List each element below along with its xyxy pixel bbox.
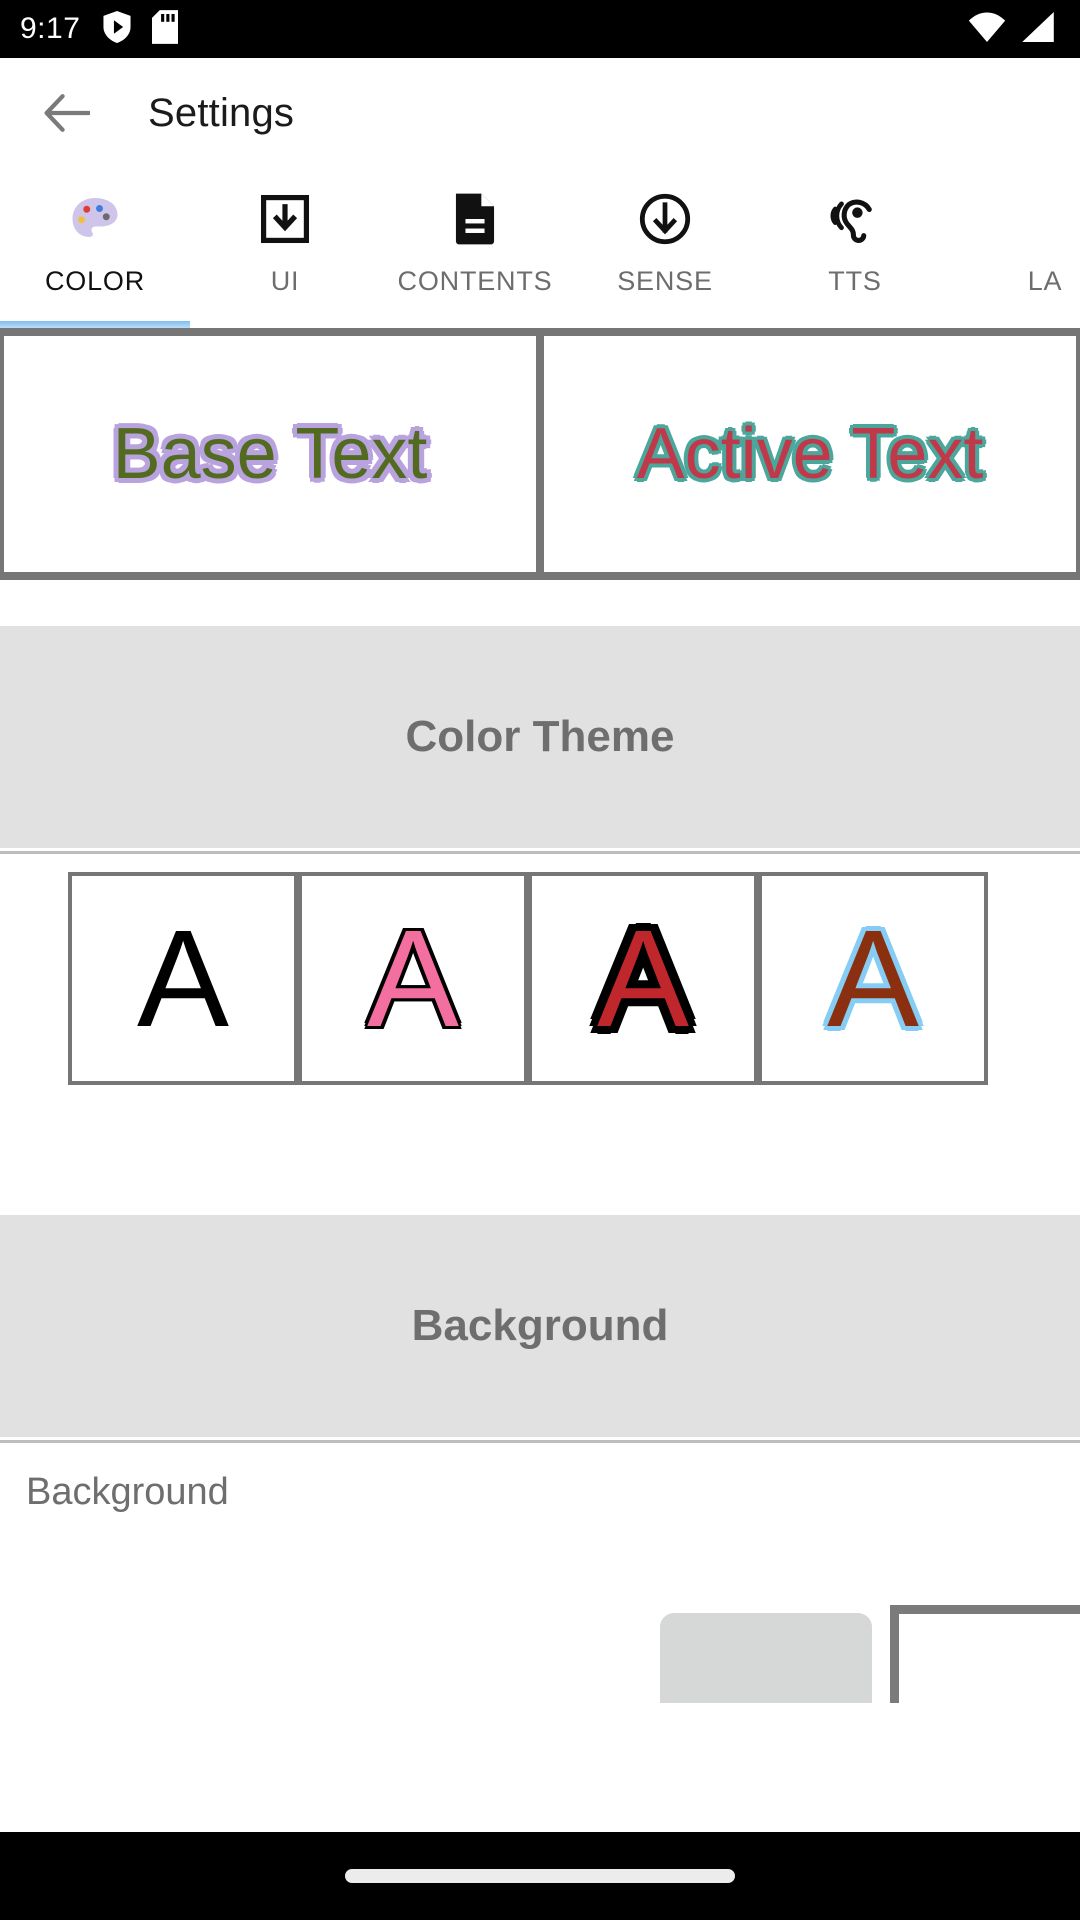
tab-ui[interactable]: UI <box>190 168 380 328</box>
theme-swatch-letter: A <box>826 901 920 1056</box>
color-palette-icon <box>68 188 122 250</box>
tab-label-ui: UI <box>270 266 300 296</box>
tab-color[interactable]: COLOR <box>0 168 190 328</box>
theme-swatch-1[interactable]: A <box>72 876 294 1081</box>
tab-label-tts: TTS <box>828 266 882 296</box>
tab-selection-indicator <box>0 321 190 328</box>
spacer-above-color-theme <box>0 580 1080 626</box>
background-row-label: Background <box>26 1471 229 1513</box>
theme-swatch-2[interactable]: A <box>302 876 524 1081</box>
tab-label-language: LA <box>1027 266 1063 296</box>
text-color-preview-strip: Base Text Active Text <box>0 328 1080 580</box>
theme-swatch-letter: A <box>596 901 690 1056</box>
page-title: Settings <box>148 90 295 135</box>
play-protect-shield-icon <box>102 10 132 48</box>
tab-label-color: COLOR <box>44 266 146 296</box>
base-text-sample: Base Text <box>112 414 428 494</box>
spacer-above-background <box>0 1085 1080 1215</box>
background-color-preview-box[interactable] <box>890 1605 1080 1703</box>
sd-card-icon <box>152 9 179 49</box>
circle-down-arrow-icon <box>638 188 692 250</box>
settings-tab-bar[interactable]: COLOR UI CONTENTS SENSE TTS LA <box>0 168 1080 328</box>
color-theme-swatch-rail[interactable]: A A A A <box>68 872 988 1085</box>
wifi-icon <box>968 11 1006 47</box>
background-setting-row[interactable]: Background <box>0 1443 1080 1703</box>
cellular-signal-icon <box>1020 11 1056 47</box>
theme-swatch-3[interactable]: A <box>532 876 754 1081</box>
app-bar: Settings <box>0 58 1080 168</box>
status-bar-notification-icons <box>102 9 179 49</box>
status-bar-system-icons <box>968 0 1056 58</box>
tab-language[interactable]: LA <box>950 168 1080 328</box>
active-text-sample: Active Text <box>636 414 984 494</box>
home-gesture-pill[interactable] <box>345 1869 735 1883</box>
section-header-background: Background <box>0 1215 1080 1437</box>
tab-label-sense: SENSE <box>617 266 713 296</box>
hearing-ear-icon <box>828 188 882 250</box>
status-bar: 9:17 <box>0 0 1080 58</box>
download-box-icon <box>259 188 311 250</box>
section-title-color-theme: Color Theme <box>405 712 675 761</box>
background-value-button[interactable] <box>660 1613 872 1703</box>
background-row-controls <box>660 1605 1080 1703</box>
active-text-preview[interactable]: Active Text <box>544 336 1076 572</box>
tab-sense[interactable]: SENSE <box>570 168 760 328</box>
phone-screen: 9:17 Settings COLOR UI CONTENTS SENSE TT… <box>0 0 1080 1920</box>
document-icon <box>449 188 501 250</box>
theme-swatch-4[interactable]: A <box>762 876 984 1081</box>
color-theme-swatch-area: A A A A <box>0 854 1080 1085</box>
section-title-background: Background <box>411 1301 669 1350</box>
theme-swatch-letter: A <box>366 901 460 1056</box>
tab-tts[interactable]: TTS <box>760 168 950 328</box>
system-navigation-bar <box>0 1832 1080 1920</box>
tab-contents[interactable]: CONTENTS <box>380 168 570 328</box>
theme-swatch-letter: A <box>136 901 230 1056</box>
back-arrow-icon[interactable] <box>44 90 90 136</box>
tab-label-contents: CONTENTS <box>397 266 553 296</box>
status-bar-clock: 9:17 <box>20 12 81 45</box>
base-text-preview[interactable]: Base Text <box>4 336 536 572</box>
section-header-color-theme: Color Theme <box>0 626 1080 848</box>
